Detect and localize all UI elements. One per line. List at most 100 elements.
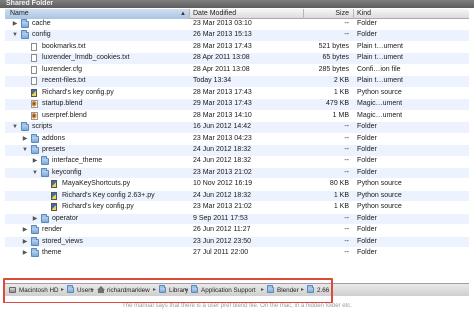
text-file-icon — [31, 77, 37, 86]
file-size: -- — [344, 237, 349, 245]
file-size: 65 bytes — [322, 54, 349, 62]
file-row[interactable]: Richard's Key config 2.63+.py 24 Jun 2012… — [5, 190, 469, 202]
date-modified: 28 Mar 2013 14:10 — [193, 111, 252, 119]
file-name: Richard's key config.py — [42, 88, 114, 96]
file-kind: Magic…ument — [357, 100, 403, 108]
date-modified: 24 Jun 2012 18:32 — [193, 145, 251, 153]
file-size: -- — [344, 168, 349, 176]
file-size: -- — [344, 31, 349, 39]
folder-row[interactable]: ▼ scripts 16 Jun 2012 14:42 -- Folder — [5, 122, 469, 133]
folder-row[interactable]: ▼ keyconfig 23 Mar 2013 21:02 -- Folder — [5, 167, 469, 179]
date-column-header[interactable]: Date Modified — [189, 9, 303, 19]
disclosure-open-icon[interactable]: ▼ — [11, 30, 19, 41]
date-modified: 23 Mar 2013 21:02 — [193, 168, 252, 176]
disclosure-open-icon[interactable]: ▼ — [21, 145, 29, 156]
file-row[interactable]: startup.blend 29 Mar 2013 17:43 479 KB Magi… — [5, 99, 469, 110]
disclosure-closed-icon[interactable]: ▶ — [31, 156, 39, 167]
file-name: MayaKeyShortcuts.py — [62, 180, 131, 188]
file-row[interactable]: luxrender_lrmdb_cookies.txt 28 Apr 2011 1… — [5, 53, 469, 64]
folder-icon — [31, 225, 39, 235]
file-kind: Confi…ion file — [357, 65, 401, 73]
folder-row[interactable]: ▶ theme 27 Jul 2011 22:00 -- Folder — [5, 248, 469, 259]
disclosure-closed-icon[interactable]: ▶ — [21, 237, 29, 248]
file-size: -- — [344, 157, 349, 165]
disclosure-closed-icon[interactable]: ▶ — [21, 134, 29, 145]
disclosure-open-icon[interactable]: ▼ — [31, 168, 39, 179]
file-name: luxrender.cfg — [42, 65, 83, 73]
date-modified: 23 Mar 2013 04:23 — [193, 134, 252, 142]
file-row[interactable]: Richard's key config.py 23 Mar 2013 21:02… — [5, 202, 469, 213]
disclosure-closed-icon[interactable]: ▶ — [11, 19, 19, 30]
blend-file-icon — [31, 100, 38, 109]
file-row[interactable]: Richard's key config.py 28 Mar 2013 17:43… — [5, 88, 469, 99]
date-modified: 24 Jun 2012 18:32 — [193, 191, 251, 199]
file-kind: Plain t…ument — [357, 42, 403, 50]
python-file-icon — [31, 88, 37, 97]
file-name: cache — [32, 20, 51, 27]
file-row[interactable]: MayaKeyShortcuts.py 10 Nov 2012 16:19 80 K… — [5, 179, 469, 190]
file-size: 1 KB — [333, 191, 349, 199]
file-row[interactable]: luxrender.cfg 28 Apr 2011 13:08 285 bytes C… — [5, 65, 469, 76]
caption-text: The manual says that there is a user pre… — [0, 303, 474, 310]
folder-icon — [31, 248, 39, 257]
file-name: scripts — [32, 123, 53, 131]
size-column-header[interactable]: Size — [303, 9, 353, 19]
date-modified: 28 Mar 2013 17:43 — [193, 88, 252, 96]
file-size: -- — [344, 226, 349, 234]
folder-row[interactable]: ▶ stored_views 23 Jun 2012 23:50 -- Folder — [5, 236, 469, 248]
python-file-icon — [51, 203, 57, 212]
folder-icon — [21, 19, 29, 28]
file-name: addons — [42, 134, 65, 142]
folder-row[interactable]: ▼ presets 24 Jun 2012 18:32 -- Folder — [5, 144, 469, 156]
file-kind: Folder — [357, 145, 377, 153]
file-size: -- — [344, 145, 349, 153]
file-name: config — [32, 31, 51, 39]
file-list: ▶ cache 23 Mar 2013 03:10 -- Folder ▼ config 26… — [5, 19, 469, 275]
date-modified: 9 Sep 2011 17:53 — [193, 214, 248, 222]
file-kind: Magic…ument — [357, 111, 403, 119]
folder-row[interactable]: ▶ addons 23 Mar 2013 04:23 -- Folder — [5, 133, 469, 145]
file-kind: Folder — [357, 168, 377, 176]
folder-row[interactable]: ▶ operator 9 Sep 2011 17:53 -- Folder — [5, 213, 469, 225]
text-file-icon — [31, 65, 37, 74]
disclosure-closed-icon[interactable]: ▶ — [31, 214, 39, 225]
file-name: keyconfig — [52, 168, 82, 176]
file-size: -- — [344, 134, 349, 142]
file-kind: Folder — [357, 20, 377, 27]
folder-row[interactable]: ▼ config 26 Mar 2013 15:13 -- Folder — [5, 30, 469, 42]
sort-ascending-icon: ▲ — [180, 11, 186, 17]
folder-icon — [31, 236, 39, 246]
text-file-icon — [31, 42, 37, 51]
file-kind: Folder — [357, 123, 377, 131]
date-modified: Today 13:34 — [193, 77, 232, 85]
file-size: 479 KB — [326, 100, 349, 108]
folder-row[interactable]: ▶ render 26 Jun 2012 11:27 -- Folder — [5, 225, 469, 236]
file-name: operator — [52, 214, 79, 222]
file-row[interactable]: recent-files.txt Today 13:34 2 KB Plain t…u… — [5, 76, 469, 87]
folder-row[interactable]: ▶ cache 23 Mar 2013 03:10 -- Folder — [5, 19, 469, 30]
date-modified: 23 Jun 2012 23:50 — [193, 237, 251, 245]
file-size: 1 KB — [333, 203, 349, 211]
date-modified: 24 Jun 2012 18:32 — [193, 157, 251, 165]
file-row[interactable]: userpref.blend 28 Mar 2013 14:10 1 MB Magic… — [5, 111, 469, 122]
folder-icon — [31, 133, 39, 143]
file-name: Richard's key config.py — [62, 203, 134, 211]
name-column-header[interactable]: Name ▲ — [5, 9, 189, 19]
folder-icon — [41, 156, 49, 166]
disclosure-closed-icon[interactable]: ▶ — [21, 225, 29, 236]
folder-row[interactable]: ▶ interface_theme 24 Jun 2012 18:32 -- Folde… — [5, 156, 469, 167]
disclosure-closed-icon[interactable]: ▶ — [21, 248, 29, 259]
file-row[interactable]: bookmarks.txt 28 Mar 2013 17:43 521 bytes P… — [5, 42, 469, 53]
file-size: 521 bytes — [318, 42, 349, 50]
folder-icon — [41, 213, 49, 223]
file-size: 1 MB — [332, 111, 349, 119]
disclosure-open-icon[interactable]: ▼ — [11, 122, 19, 133]
file-kind: Plain t…ument — [357, 54, 403, 62]
file-kind: Folder — [357, 249, 377, 256]
file-kind: Python source — [357, 191, 402, 199]
file-kind: Python source — [357, 203, 402, 211]
file-size: -- — [344, 249, 349, 256]
date-modified: 23 Mar 2013 03:10 — [193, 20, 252, 27]
kind-column-header[interactable]: Kind — [353, 9, 469, 19]
folder-icon — [21, 30, 29, 40]
